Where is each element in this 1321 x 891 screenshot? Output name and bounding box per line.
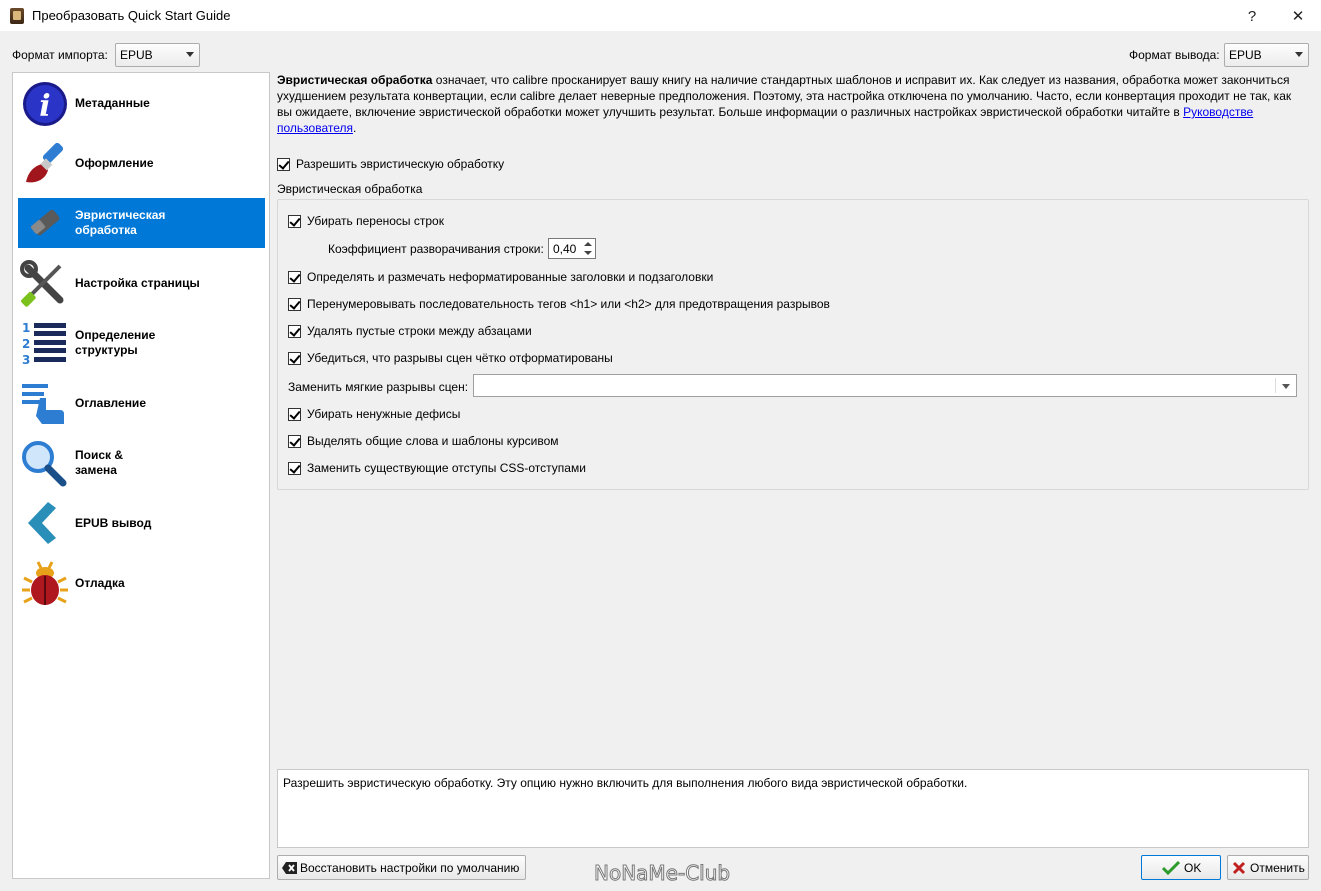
description-bold-term: Эвристическая обработка xyxy=(277,73,433,87)
sidebar-item-label: Определение структуры xyxy=(75,328,156,357)
checkbox-checked-icon xyxy=(277,157,290,171)
sidebar-item-label: Метаданные xyxy=(75,95,150,110)
description-tail: . xyxy=(353,121,357,135)
sidebar-item-search-replace[interactable]: Поиск & замена xyxy=(18,438,265,488)
enable-heuristics-checkbox[interactable]: Разрешить эвристическую обработку xyxy=(277,157,504,171)
chevron-down-icon xyxy=(1295,52,1303,57)
sidebar-item-structure-detection[interactable]: 1 2 3 Определение структуры xyxy=(18,318,265,368)
spin-up-icon[interactable] xyxy=(584,242,592,246)
output-format-label: Формат вывода: xyxy=(1129,48,1220,62)
replace-scene-breaks-combo[interactable] xyxy=(473,374,1297,397)
svg-text:i: i xyxy=(39,89,50,124)
checkbox-label: Разрешить эвристическую обработку xyxy=(296,157,505,171)
bug-icon xyxy=(18,558,70,608)
unwrap-factor-value: 0,40 xyxy=(553,241,577,256)
eraser-icon xyxy=(18,198,70,248)
combo-separator xyxy=(1275,378,1276,393)
checkbox-label: Перенумеровывать последовательность тего… xyxy=(307,297,830,311)
sidebar-item-heuristics[interactable]: Эвристическая обработка xyxy=(18,198,265,248)
cancel-x-icon xyxy=(1232,861,1246,874)
checkbox-label: Убирать ненужные дефисы xyxy=(307,407,461,421)
sidebar-item-label: Эвристическая обработка xyxy=(75,208,166,237)
checkbox-checked-icon xyxy=(288,297,301,311)
checkbox-label: Удалять пустые строки между абзацами xyxy=(307,324,532,338)
watermark: NoNaMe-Club xyxy=(593,861,731,886)
checkbox-checked-icon xyxy=(288,461,301,475)
import-format-value: EPUB xyxy=(120,48,153,62)
sidebar-item-epub-output[interactable]: EPUB вывод xyxy=(18,498,265,548)
sidebar-item-metadata[interactable]: i Метаданные xyxy=(18,78,265,128)
close-button[interactable]: ✕ xyxy=(1275,0,1321,32)
checkbox-checked-icon xyxy=(288,324,301,338)
checkbox-checked-icon xyxy=(288,214,301,228)
checkbox-label: Выделять общие слова и шаблоны курсивом xyxy=(307,434,559,448)
sidebar-item-look-and-feel[interactable]: Оформление xyxy=(18,138,265,188)
title-bar: Преобразовать Quick Start Guide ? ✕ xyxy=(0,0,1321,32)
numbered-list-icon: 1 2 3 xyxy=(18,318,70,368)
checkbox-checked-icon xyxy=(288,407,301,421)
sidebar-item-label: Оглавление xyxy=(75,395,146,410)
sidebar-item-page-setup[interactable]: Настройка страницы xyxy=(18,258,265,308)
import-format-combo[interactable]: EPUB xyxy=(115,43,200,67)
tools-icon xyxy=(18,258,70,308)
sidebar-item-label: Оформление xyxy=(75,155,154,170)
magnifier-icon xyxy=(18,438,70,488)
help-button[interactable]: ? xyxy=(1229,0,1275,32)
sidebar-item-debug[interactable]: Отладка xyxy=(18,558,265,608)
checkbox-label: Определять и размечать неформатированные… xyxy=(307,270,714,284)
sidebar-item-toc[interactable]: Оглавление xyxy=(18,378,265,428)
checkbox-label: Заменить существующие отступы CSS-отступ… xyxy=(307,461,586,475)
restore-defaults-label: Восстановить настройки по умолчанию xyxy=(300,860,520,875)
checkbox-checked-icon xyxy=(288,434,301,448)
toc-icon xyxy=(18,378,70,428)
unwrap-lines-checkbox[interactable]: Убирать переносы строк xyxy=(288,214,444,228)
help-text-box: Разрешить эвристическую обработку. Эту о… xyxy=(277,769,1309,848)
chevron-down-icon xyxy=(186,52,194,57)
svg-text:1: 1 xyxy=(22,321,30,335)
chevron-left-icon xyxy=(18,498,70,548)
ok-button[interactable]: OK xyxy=(1141,855,1221,880)
renumber-headings-checkbox[interactable]: Перенумеровывать последовательность тего… xyxy=(288,297,830,311)
italicize-common-checkbox[interactable]: Выделять общие слова и шаблоны курсивом xyxy=(288,434,559,448)
heuristics-group-title: Эвристическая обработка xyxy=(277,182,423,196)
chevron-down-icon[interactable] xyxy=(1282,384,1290,389)
svg-text:3: 3 xyxy=(22,353,30,367)
clear-icon xyxy=(282,861,297,874)
checkbox-checked-icon xyxy=(288,351,301,365)
ok-label: OK xyxy=(1184,860,1202,875)
help-text: Разрешить эвристическую обработку. Эту о… xyxy=(283,776,968,790)
checkmark-icon xyxy=(1162,860,1180,875)
window-title: Преобразовать Quick Start Guide xyxy=(32,8,231,23)
info-icon: i xyxy=(18,78,70,128)
replace-scene-breaks-label: Заменить мягкие разрывы сцен: xyxy=(288,380,469,394)
spin-down-icon[interactable] xyxy=(584,251,592,255)
checkbox-label: Убирать переносы строк xyxy=(307,214,444,228)
sidebar-item-label: EPUB вывод xyxy=(75,515,152,530)
heuristics-description: Эвристическая обработка означает, что ca… xyxy=(277,72,1309,136)
sidebar: i Метаданные Оформление Эвристическая об… xyxy=(12,72,270,879)
dehyphenate-checkbox[interactable]: Убирать ненужные дефисы xyxy=(288,407,460,421)
fix-indents-checkbox[interactable]: Заменить существующие отступы CSS-отступ… xyxy=(288,461,586,475)
import-format-label: Формат импорта: xyxy=(12,48,108,62)
brush-icon xyxy=(18,138,70,188)
output-format-value: EPUB xyxy=(1229,48,1262,62)
svg-text:2: 2 xyxy=(22,337,30,351)
unwrap-factor-label: Коэффициент разворачивания строки: xyxy=(328,242,544,256)
sidebar-item-label: Поиск & замена xyxy=(75,448,124,477)
format-scene-breaks-checkbox[interactable]: Убедиться, что разрывы сцен чётко отформ… xyxy=(288,351,613,365)
unwrap-factor-spinbox[interactable]: 0,40 xyxy=(548,238,596,259)
restore-defaults-button[interactable]: Восстановить настройки по умолчанию xyxy=(277,855,526,880)
sidebar-item-label: Настройка страницы xyxy=(75,275,200,290)
sidebar-item-label: Отладка xyxy=(75,575,125,590)
calibre-app-icon xyxy=(10,7,24,24)
cancel-button[interactable]: Отменить xyxy=(1227,855,1309,880)
markup-headings-checkbox[interactable]: Определять и размечать неформатированные… xyxy=(288,270,713,284)
output-format-combo[interactable]: EPUB xyxy=(1224,43,1309,67)
checkbox-checked-icon xyxy=(288,270,301,284)
checkbox-label: Убедиться, что разрывы сцен чётко отформ… xyxy=(307,351,613,365)
cancel-label: Отменить xyxy=(1250,860,1305,875)
delete-blank-paragraphs-checkbox[interactable]: Удалять пустые строки между абзацами xyxy=(288,324,532,338)
